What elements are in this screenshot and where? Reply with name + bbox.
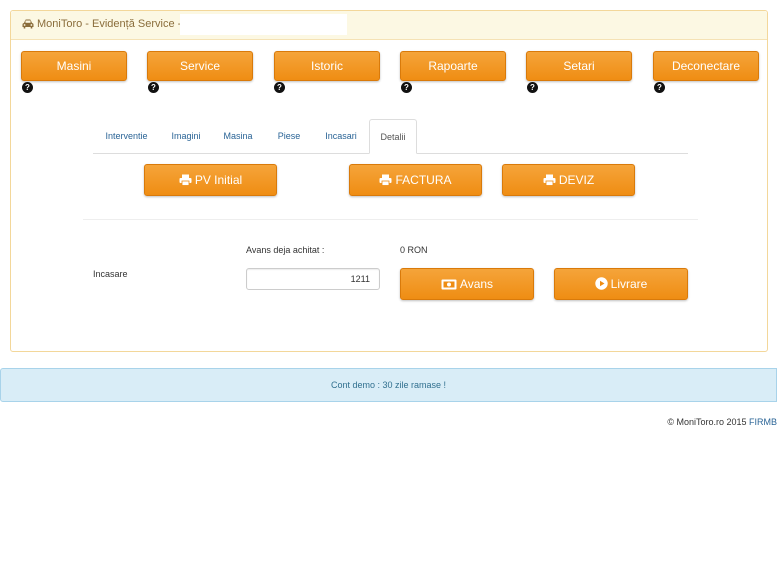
help-icon[interactable]: ?	[401, 82, 412, 93]
nav-button-istoric[interactable]: Istoric	[274, 51, 380, 81]
demo-notice: Cont demo : 30 zile ramase !	[0, 368, 777, 402]
print-icon	[543, 174, 556, 186]
help-icon[interactable]: ?	[654, 82, 665, 93]
nav-button-setari[interactable]: Setari	[526, 51, 632, 81]
footer-copyright: © MoniToro.ro 2015	[667, 417, 747, 427]
help-icon[interactable]: ?	[274, 82, 285, 93]
car-icon	[22, 19, 34, 29]
advance-label: Avans deja achitat :	[246, 245, 325, 255]
factura-label: FACTURA	[395, 173, 452, 187]
tab-piese[interactable]: Piese	[264, 119, 314, 153]
nav-button-service[interactable]: Service	[147, 51, 253, 81]
help-icon[interactable]: ?	[148, 82, 159, 93]
tab-interventie[interactable]: Interventie	[93, 119, 160, 153]
deviz-button[interactable]: DEVIZ	[502, 164, 635, 196]
deviz-label: DEVIZ	[558, 173, 595, 187]
main-panel: MoniToro - Evidență Service - Masini Ser…	[10, 10, 768, 352]
print-icon	[179, 174, 192, 186]
avans-button[interactable]: Avans	[400, 268, 534, 300]
incasare-label: Incasare	[93, 269, 128, 279]
page-title: MoniToro - Evidență Service -	[37, 18, 182, 30]
tab-incasari[interactable]: Incasari	[314, 119, 368, 153]
money-icon	[441, 279, 457, 290]
nav-button-deconectare[interactable]: Deconectare	[653, 51, 759, 81]
nav-button-masini[interactable]: Masini	[21, 51, 127, 81]
avans-label: Avans	[459, 277, 494, 291]
nav-button-rapoarte[interactable]: Rapoarte	[400, 51, 506, 81]
pv-initial-button[interactable]: PV Initial	[144, 164, 277, 196]
footer-link[interactable]: FIRMB	[749, 417, 777, 427]
footer: © MoniToro.ro 2015 FIRMB	[667, 417, 777, 427]
livrare-button[interactable]: Livrare	[554, 268, 688, 300]
play-circle-icon	[594, 277, 608, 290]
tab-masina[interactable]: Masina	[212, 119, 264, 153]
livrare-label: Livrare	[610, 277, 648, 291]
amount-input[interactable]	[246, 268, 380, 290]
tab-detalii[interactable]: Detalii	[369, 119, 417, 154]
help-icon[interactable]: ?	[22, 82, 33, 93]
title-blank-area	[180, 14, 347, 35]
tab-imagini[interactable]: Imagini	[160, 119, 212, 153]
section-divider	[83, 219, 698, 220]
detail-tabs: Interventie Imagini Masina Piese Incasar…	[93, 119, 688, 154]
panel-heading: MoniToro - Evidență Service -	[11, 11, 767, 40]
factura-button[interactable]: FACTURA	[349, 164, 482, 196]
help-icon[interactable]: ?	[527, 82, 538, 93]
pv-initial-label: PV Initial	[194, 173, 243, 187]
advance-value: 0 RON	[400, 245, 428, 255]
print-icon	[379, 174, 392, 186]
